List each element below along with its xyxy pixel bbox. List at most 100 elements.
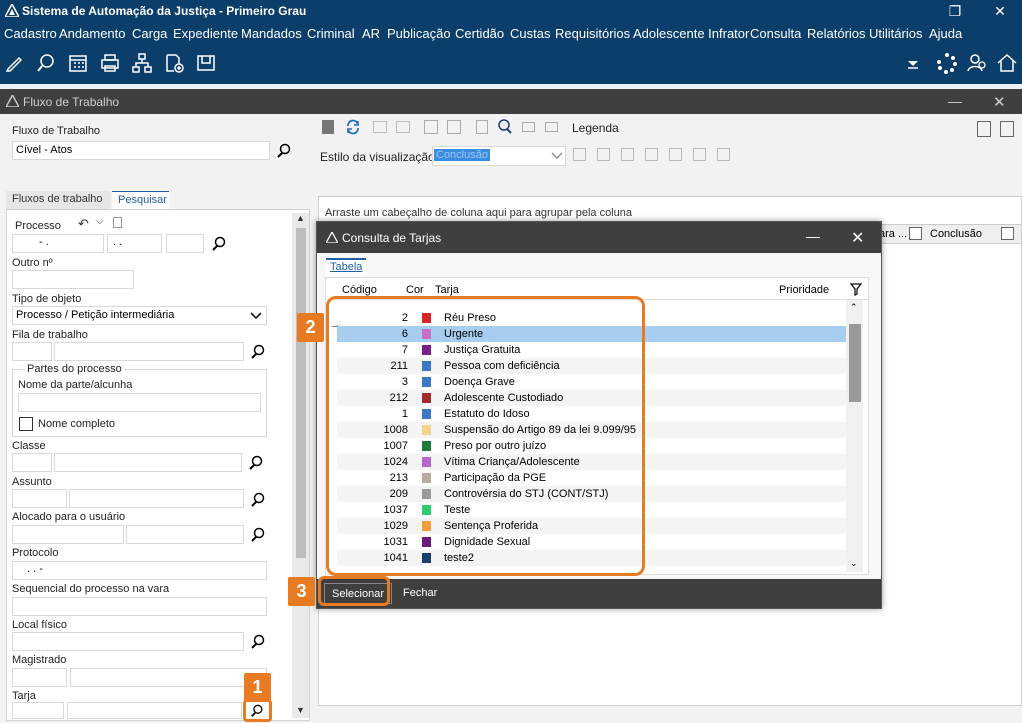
user-search-icon[interactable]: [966, 52, 988, 74]
tab-tabela[interactable]: Tabela: [326, 258, 367, 276]
printer-icon[interactable]: [99, 52, 121, 74]
lock-icon[interactable]: [424, 120, 438, 134]
estilo-select[interactable]: Conclusão: [432, 146, 566, 166]
document-icon[interactable]: [669, 148, 682, 161]
col-header-conclusao[interactable]: Conclusão: [930, 228, 982, 240]
dialog-close-button[interactable]: ✕: [851, 228, 864, 248]
menu-certidao[interactable]: Certidão: [455, 26, 504, 41]
search-icon[interactable]: [250, 492, 266, 508]
nome-completo-checkbox[interactable]: [19, 417, 33, 431]
menu-ajuda[interactable]: Ajuda: [929, 26, 962, 41]
pencil-icon[interactable]: [621, 148, 634, 161]
zoom-icon[interactable]: [497, 118, 513, 135]
archive-icon[interactable]: [195, 52, 217, 74]
dialog-scrollbar[interactable]: ⌃ ⌄: [846, 300, 863, 572]
edit-icon[interactable]: [4, 52, 26, 74]
menu-carga[interactable]: Carga: [132, 26, 167, 41]
scroll-up-icon[interactable]: ▲: [296, 213, 305, 223]
comment-icon[interactable]: [522, 122, 535, 132]
scroll-up-icon[interactable]: ⌃: [850, 302, 858, 313]
menu-publicacao[interactable]: Publicação: [387, 26, 451, 41]
col-header-cor[interactable]: Cor: [406, 284, 424, 296]
local-input[interactable]: [12, 632, 244, 651]
tab-pesquisar[interactable]: Pesquisar: [112, 191, 169, 209]
search-icon[interactable]: [248, 455, 264, 471]
scroll-down-icon[interactable]: ▼: [296, 705, 305, 715]
menu-custas[interactable]: Custas: [510, 26, 550, 41]
fila-code-input[interactable]: [12, 342, 52, 361]
assunto-input[interactable]: [69, 489, 244, 508]
magistrado-code-input[interactable]: [12, 668, 67, 687]
dialog-minimize-button[interactable]: —: [806, 228, 820, 244]
search-icon[interactable]: [276, 143, 292, 159]
legenda-link[interactable]: Legenda: [572, 121, 619, 135]
print-preview-icon[interactable]: [693, 148, 706, 161]
sequencial-input[interactable]: [12, 597, 267, 616]
menu-criminal[interactable]: Criminal: [307, 26, 355, 41]
outro-input[interactable]: [12, 270, 134, 289]
alocado-input[interactable]: [126, 525, 244, 544]
tarja-code-input[interactable]: [12, 702, 64, 719]
menu-mandados[interactable]: Mandados: [241, 26, 302, 41]
scroll-down-icon[interactable]: ⌄: [850, 558, 858, 569]
layout-save-icon[interactable]: [573, 148, 586, 161]
nome-parte-input[interactable]: [18, 393, 261, 412]
check-icon[interactable]: [373, 121, 387, 133]
trash-icon[interactable]: [717, 148, 730, 161]
search-icon[interactable]: [250, 634, 266, 650]
loading-spinner-icon[interactable]: [936, 52, 958, 74]
alocado-code-input[interactable]: [12, 525, 124, 544]
col-filter-icon[interactable]: [909, 227, 922, 240]
col-header-para[interactable]: ara ...: [879, 228, 907, 240]
classe-input[interactable]: [54, 453, 242, 472]
list-view-icon[interactable]: [1000, 121, 1014, 137]
menu-relatorios[interactable]: Relatórios: [807, 26, 866, 41]
processo-input-1[interactable]: - .: [12, 234, 104, 253]
menu-utilitarios[interactable]: Utilitários: [869, 26, 922, 41]
processo-input-3[interactable]: [166, 234, 204, 253]
layout-delete-icon[interactable]: [597, 148, 610, 161]
fluxo-close-button[interactable]: ✕: [993, 93, 1006, 111]
fechar-button[interactable]: Fechar: [403, 587, 437, 599]
scrollbar-thumb[interactable]: [296, 228, 306, 558]
chevron-down-icon[interactable]: ⌵: [96, 216, 104, 227]
search-icon[interactable]: [250, 527, 266, 543]
fluxo-minimize-button[interactable]: —: [948, 93, 962, 109]
scrollbar-thumb[interactable]: [849, 324, 861, 402]
refresh-icon[interactable]: [345, 119, 361, 135]
clipboard-icon[interactable]: [113, 217, 122, 228]
tab-fluxos-de-trabalho[interactable]: Fluxos de trabalho: [6, 191, 110, 209]
menu-requisitorios[interactable]: Requisitórios: [555, 26, 630, 41]
menu-andamento[interactable]: Andamento: [59, 26, 126, 41]
col-header-prioridade[interactable]: Prioridade: [779, 284, 829, 296]
protocolo-input[interactable]: . . -: [12, 561, 267, 580]
tipo-select[interactable]: Processo / Petição intermediária: [12, 306, 267, 325]
menu-cadastro[interactable]: Cadastro: [4, 26, 57, 41]
assunto-code-input[interactable]: [12, 489, 67, 508]
menu-ar[interactable]: AR: [362, 26, 380, 41]
search-icon[interactable]: [211, 236, 227, 252]
upload-icon[interactable]: [476, 120, 488, 134]
tree-view-icon[interactable]: [977, 121, 991, 137]
dropdown-arrow-icon[interactable]: [902, 52, 924, 74]
disk-icon[interactable]: [447, 120, 461, 134]
menu-expediente[interactable]: Expediente: [173, 26, 238, 41]
search-icon[interactable]: [250, 344, 266, 360]
close-button[interactable]: ✕: [978, 0, 1022, 22]
magistrado-input[interactable]: [70, 668, 267, 687]
hierarchy-icon[interactable]: [131, 52, 153, 74]
restore-button[interactable]: ❐: [933, 0, 977, 22]
menu-adolescente-infrator[interactable]: Adolescente Infrator: [633, 26, 749, 41]
calendar-icon[interactable]: [67, 52, 89, 74]
filter-icon[interactable]: [850, 283, 862, 296]
save-icon[interactable]: [322, 120, 334, 134]
classe-code-input[interactable]: [12, 453, 52, 472]
comment-delete-icon[interactable]: [545, 122, 558, 132]
search-process-icon[interactable]: [35, 52, 57, 74]
processo-input-2[interactable]: . .: [107, 234, 162, 253]
left-scrollbar[interactable]: [292, 213, 309, 718]
export-excel-icon[interactable]: [645, 148, 658, 161]
col-header-tarja[interactable]: Tarja: [435, 284, 459, 296]
menu-consulta[interactable]: Consulta: [750, 26, 801, 41]
copy-icon[interactable]: [396, 121, 410, 133]
